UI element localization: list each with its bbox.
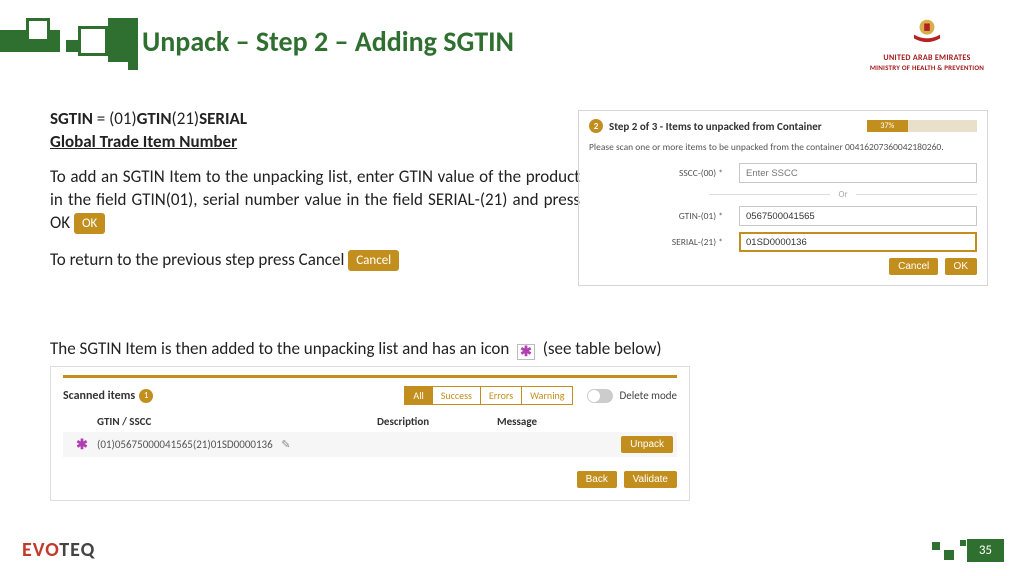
decor-square: [128, 60, 138, 70]
table-header: GTIN / SSCC Description Message: [63, 415, 677, 432]
row-asterisk-icon: ✱: [67, 436, 97, 453]
row-gtin-value: (01)05675000041565(21)01SD0000136 ✎: [97, 438, 377, 451]
def-sgtin: SGTIN: [50, 108, 93, 129]
delete-mode-toggle[interactable]: [587, 389, 613, 403]
wizard-header: 2 Step 2 of 3 - Items to unpacked from C…: [589, 119, 977, 133]
validate-button[interactable]: Validate: [624, 471, 677, 488]
decor-square: [932, 542, 940, 550]
gtin-fullname: Global Trade Item Number: [50, 131, 237, 152]
def-mid: (21): [172, 108, 200, 129]
cancel-button[interactable]: Cancel: [889, 258, 938, 275]
serial-input[interactable]: [739, 232, 977, 252]
filter-all[interactable]: All: [404, 386, 432, 405]
ministry-line1: UNITED ARAB EMIRATES: [852, 53, 1002, 63]
delete-mode-label: Delete mode: [619, 389, 677, 402]
filter-group: All Success Errors Warning Delete mode: [404, 386, 677, 405]
def-eq: = (01): [93, 108, 137, 129]
unpack-button[interactable]: Unpack: [621, 436, 673, 453]
def-serial: SERIAL: [199, 108, 247, 129]
body-text: SGTIN = (01)GTIN(21)SERIAL Global Trade …: [50, 108, 580, 286]
ministry-line2: MINISTRY OF HEALTH & PREVENTION: [852, 63, 1002, 72]
para2-text: To return to the previous step press Can…: [50, 249, 344, 270]
sscc-row: SSCC-(00) *: [589, 163, 977, 183]
decor-square: [26, 18, 50, 42]
decor-square: [66, 40, 78, 52]
scan-title: Scanned items: [63, 389, 135, 403]
gtin-row: GTIN-(01) *: [589, 206, 977, 226]
below-tail: (see table below): [543, 338, 662, 359]
ok-button[interactable]: OK: [945, 258, 977, 275]
page-number: 35: [967, 539, 1004, 562]
step-number-icon: 2: [589, 119, 603, 133]
decor-square: [78, 26, 108, 56]
serial-row: SERIAL-(21) *: [589, 232, 977, 252]
sscc-input[interactable]: [739, 163, 977, 183]
instruction-para-2: To return to the previous step press Can…: [50, 249, 580, 272]
logo-part-a: EVO: [22, 538, 59, 562]
sscc-label: SSCC-(00) *: [589, 167, 739, 179]
progress-bar: 37%: [867, 120, 977, 132]
progress-fill: 37%: [867, 120, 908, 132]
below-note: The SGTIN Item is then added to the unpa…: [50, 338, 662, 360]
filter-success[interactable]: Success: [433, 386, 481, 405]
edit-icon[interactable]: ✎: [281, 438, 290, 451]
def-gtin: GTIN: [137, 108, 172, 129]
instruction-para-1: To add an SGTIN Item to the unpacking li…: [50, 166, 580, 235]
col-gtin: GTIN / SSCC: [97, 415, 377, 428]
uae-emblem-icon: [908, 16, 946, 44]
wizard-title: Step 2 of 3 - Items to unpacked from Con…: [609, 120, 822, 133]
decor-square: [108, 18, 138, 62]
ministry-logo-block: UNITED ARAB EMIRATES MINISTRY OF HEALTH …: [852, 16, 1002, 72]
gtin-input[interactable]: [739, 206, 977, 226]
ok-chip: OK: [74, 213, 105, 235]
table-row: ✱ (01)05675000041565(21)01SD0000136 ✎ Un…: [63, 432, 677, 457]
page-title: Unpack – Step 2 – Adding SGTIN: [142, 24, 514, 59]
col-message: Message: [497, 415, 673, 428]
logo-part-b: TEQ: [59, 538, 95, 562]
or-divider: Or: [589, 189, 977, 200]
cancel-chip: Cancel: [348, 250, 399, 272]
col-description: Description: [377, 415, 497, 428]
scanned-items-panel: Scanned items 1 All Success Errors Warni…: [50, 366, 690, 501]
evoteq-logo: EVOTEQ: [22, 538, 95, 562]
decor-square: [944, 550, 954, 560]
scan-count-badge: 1: [139, 389, 153, 403]
or-text: Or: [838, 189, 847, 200]
below-text: The SGTIN Item is then added to the unpa…: [50, 338, 509, 359]
panel-actions: Back Validate: [63, 471, 677, 488]
asterisk-icon: ✱: [517, 344, 535, 360]
scan-header: Scanned items 1 All Success Errors Warni…: [63, 375, 677, 405]
wizard-instruction: Please scan one or more items to be unpa…: [589, 141, 977, 153]
para1-text: To add an SGTIN Item to the unpacking li…: [50, 166, 580, 233]
filter-errors[interactable]: Errors: [481, 386, 522, 405]
sgtin-definition: SGTIN = (01)GTIN(21)SERIAL: [50, 108, 580, 129]
decor-square: [960, 540, 966, 546]
wizard-panel: 2 Step 2 of 3 - Items to unpacked from C…: [578, 110, 988, 286]
serial-label: SERIAL-(21) *: [589, 236, 739, 248]
back-button[interactable]: Back: [577, 471, 617, 488]
wizard-actions: Cancel OK: [589, 258, 977, 275]
gtin-label: GTIN-(01) *: [589, 210, 739, 222]
row-value-text: (01)05675000041565(21)01SD0000136: [97, 438, 273, 451]
filter-warning[interactable]: Warning: [522, 386, 573, 405]
